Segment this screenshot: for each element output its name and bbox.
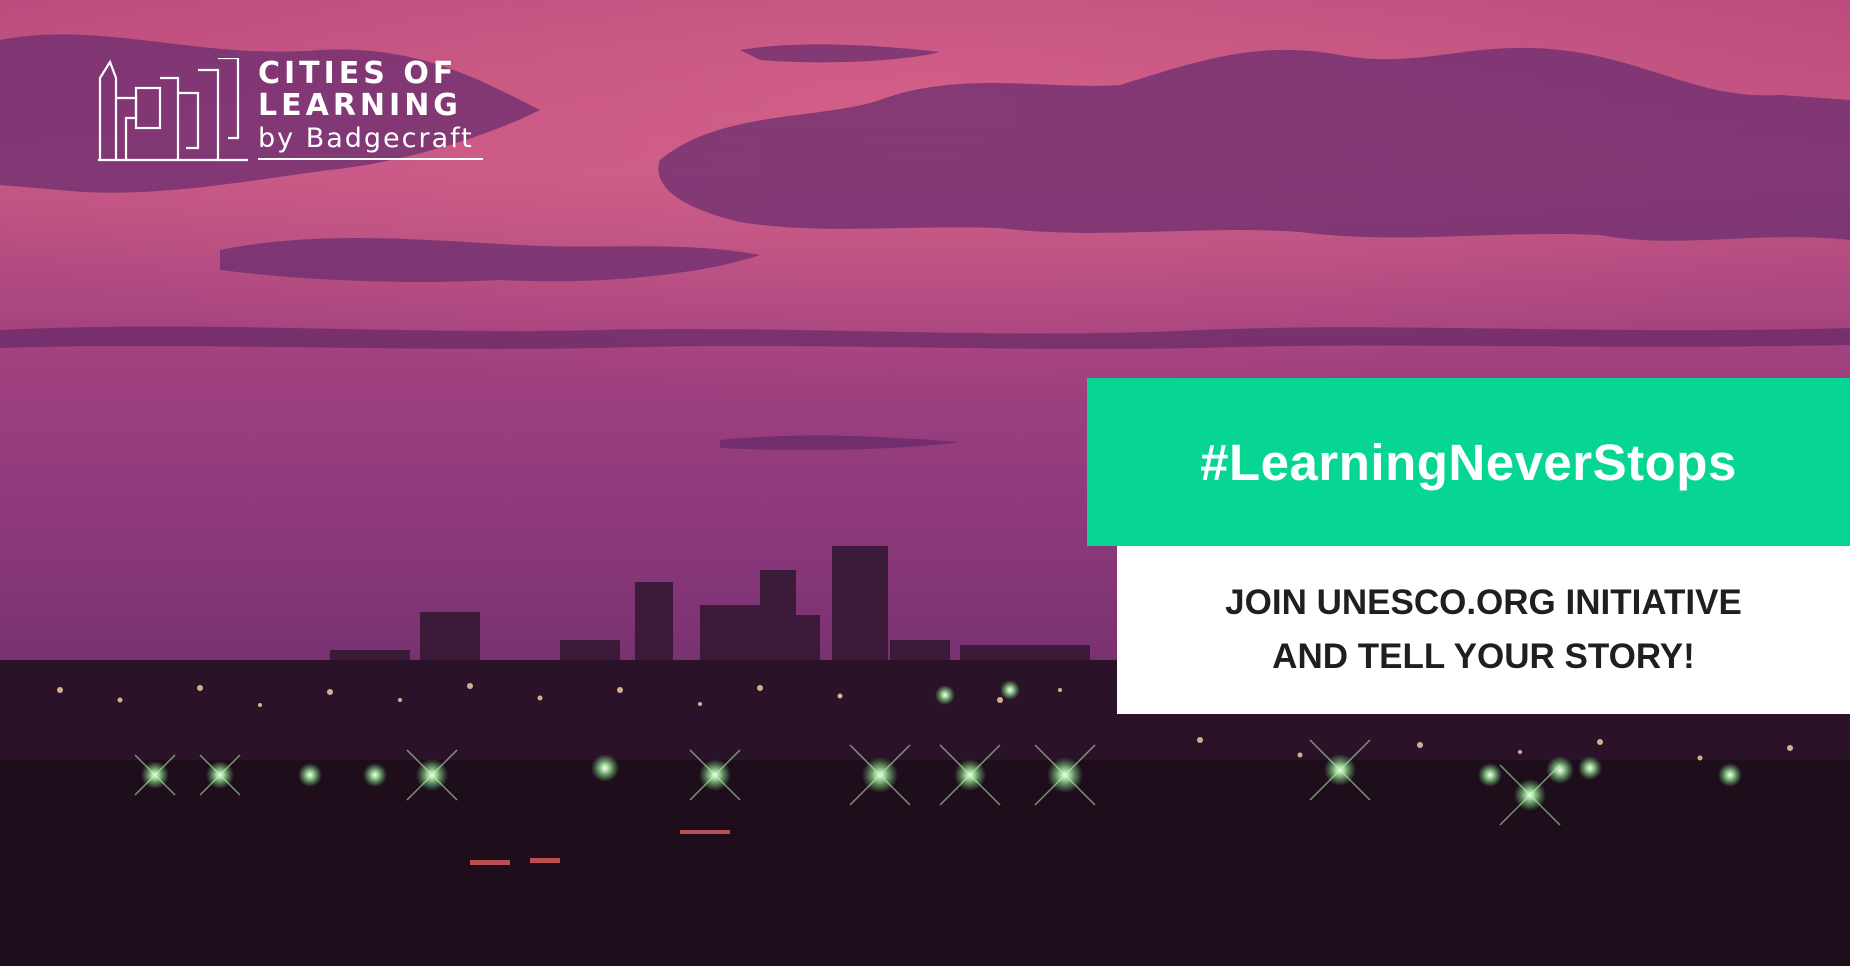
hashtag-banner: #LearningNeverStops	[1087, 378, 1850, 546]
logo-line-cities-of: CITIES OF	[258, 56, 458, 91]
cta-line-1: JOIN UNESCO.ORG INITIATIVE	[1225, 583, 1742, 622]
logo-wordmark: CITIES OF LEARNING by Badgecraft	[258, 58, 483, 160]
cta-line-2: AND TELL YOUR STORY!	[1272, 637, 1695, 676]
hashtag-text: #LearningNeverStops	[1200, 433, 1737, 491]
logo-line-learning: LEARNING	[258, 88, 462, 123]
logo-line-by-badgecraft: by Badgecraft	[258, 122, 483, 160]
call-to-action-box: JOIN UNESCO.ORG INITIATIVE AND TELL YOUR…	[1117, 546, 1850, 714]
city-skyline-outline-icon	[98, 58, 248, 162]
cities-of-learning-logo[interactable]: CITIES OF LEARNING by Badgecraft	[98, 58, 498, 168]
